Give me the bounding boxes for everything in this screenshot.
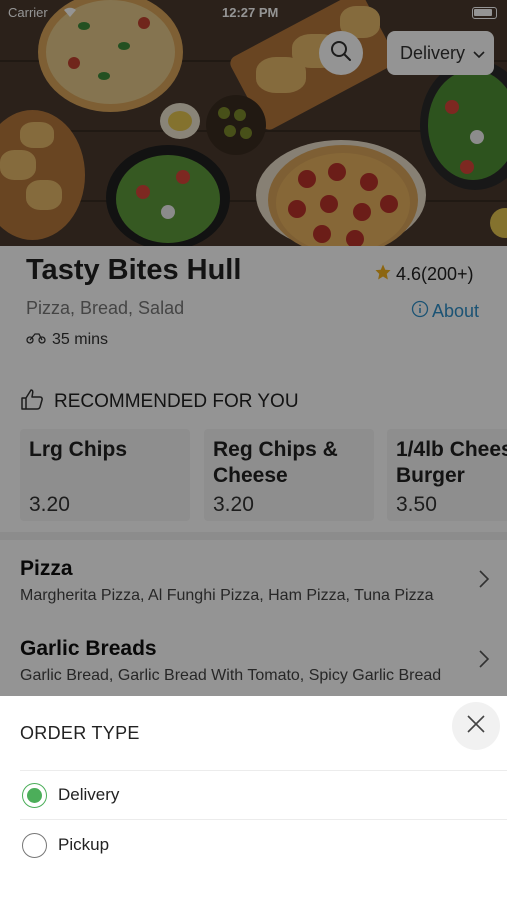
radio-unselected[interactable] [22, 832, 47, 858]
divider [20, 770, 507, 771]
divider [20, 819, 507, 820]
sheet-title: ORDER TYPE [20, 723, 140, 743]
order-type-sheet: ORDER TYPE Delivery Pickup [0, 696, 507, 900]
order-option-delivery[interactable]: Delivery [22, 780, 119, 810]
close-button[interactable] [452, 702, 500, 750]
option-label: Pickup [58, 835, 110, 854]
restaurant-screen: Carrier 12:27 PM Delivery Tasty Bites Hu… [0, 0, 507, 900]
option-label: Delivery [58, 785, 120, 804]
order-option-pickup[interactable]: Pickup [22, 830, 109, 860]
close-icon [466, 714, 486, 739]
radio-selected[interactable] [22, 782, 47, 808]
